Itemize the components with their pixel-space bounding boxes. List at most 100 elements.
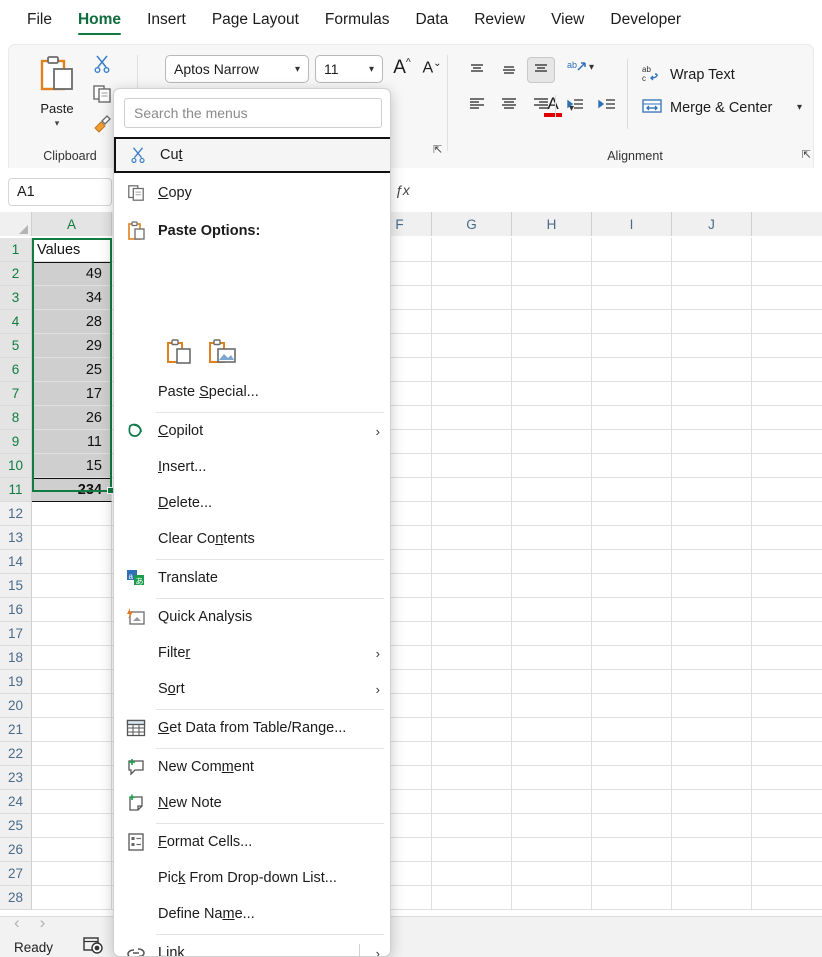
decrease-font-size-button[interactable]: A⌄ bbox=[419, 58, 445, 82]
cell-K28[interactable] bbox=[752, 886, 822, 910]
cell-A12[interactable] bbox=[32, 502, 112, 526]
cell-H2[interactable] bbox=[512, 262, 592, 286]
cell-K21[interactable] bbox=[752, 718, 822, 742]
cell-A24[interactable] bbox=[32, 790, 112, 814]
column-header-k[interactable] bbox=[752, 212, 822, 236]
cell-J11[interactable] bbox=[672, 478, 752, 502]
cell-I17[interactable] bbox=[592, 622, 672, 646]
cell-G21[interactable] bbox=[432, 718, 512, 742]
cell-A6[interactable]: 25 bbox=[32, 358, 112, 382]
column-header-h[interactable]: H bbox=[512, 212, 592, 236]
orientation-button[interactable]: ab bbox=[563, 57, 591, 83]
cell-I1[interactable] bbox=[592, 238, 672, 262]
cell-I28[interactable] bbox=[592, 886, 672, 910]
menu-item-new-comment[interactable]: New Comment bbox=[114, 749, 390, 785]
cell-A26[interactable] bbox=[32, 838, 112, 862]
cell-H18[interactable] bbox=[512, 646, 592, 670]
menu-item-link[interactable]: Link › bbox=[114, 935, 390, 956]
cell-K23[interactable] bbox=[752, 766, 822, 790]
cell-J24[interactable] bbox=[672, 790, 752, 814]
cell-K13[interactable] bbox=[752, 526, 822, 550]
row-header-16[interactable]: 16 bbox=[0, 598, 32, 622]
cell-J20[interactable] bbox=[672, 694, 752, 718]
cell-A25[interactable] bbox=[32, 814, 112, 838]
menu-item-filter[interactable]: Filter › bbox=[114, 635, 390, 671]
cell-J27[interactable] bbox=[672, 862, 752, 886]
cell-H20[interactable] bbox=[512, 694, 592, 718]
cell-J4[interactable] bbox=[672, 310, 752, 334]
cell-J28[interactable] bbox=[672, 886, 752, 910]
cell-K3[interactable] bbox=[752, 286, 822, 310]
cell-I24[interactable] bbox=[592, 790, 672, 814]
cell-J10[interactable] bbox=[672, 454, 752, 478]
increase-indent-button[interactable] bbox=[593, 93, 621, 119]
cell-K4[interactable] bbox=[752, 310, 822, 334]
row-header-23[interactable]: 23 bbox=[0, 766, 32, 790]
paste-values-icon[interactable] bbox=[166, 338, 194, 371]
cell-K8[interactable] bbox=[752, 406, 822, 430]
font-size-chevron-down-icon[interactable]: ▾ bbox=[365, 64, 378, 75]
ribbon-tab-formulas[interactable]: Formulas bbox=[312, 7, 403, 37]
menu-item-copy[interactable]: Copy bbox=[114, 175, 390, 211]
insert-function-icon[interactable]: ƒx bbox=[395, 182, 410, 198]
menu-item-paste-special[interactable]: Paste Special... bbox=[114, 374, 390, 410]
cell-G22[interactable] bbox=[432, 742, 512, 766]
cell-I16[interactable] bbox=[592, 598, 672, 622]
row-header-7[interactable]: 7 bbox=[0, 382, 32, 406]
cell-I23[interactable] bbox=[592, 766, 672, 790]
cell-I3[interactable] bbox=[592, 286, 672, 310]
column-header-g[interactable]: G bbox=[432, 212, 512, 236]
cell-K9[interactable] bbox=[752, 430, 822, 454]
cell-J18[interactable] bbox=[672, 646, 752, 670]
cell-J13[interactable] bbox=[672, 526, 752, 550]
align-bottom-button[interactable] bbox=[527, 57, 555, 83]
cell-G5[interactable] bbox=[432, 334, 512, 358]
cell-I9[interactable] bbox=[592, 430, 672, 454]
cell-J12[interactable] bbox=[672, 502, 752, 526]
menu-item-format-cells[interactable]: Format Cells... bbox=[114, 824, 390, 860]
cell-I27[interactable] bbox=[592, 862, 672, 886]
ribbon-tab-home[interactable]: Home bbox=[65, 7, 134, 37]
cell-H4[interactable] bbox=[512, 310, 592, 334]
cell-I4[interactable] bbox=[592, 310, 672, 334]
menu-item-delete[interactable]: Delete... bbox=[114, 485, 390, 521]
row-header-14[interactable]: 14 bbox=[0, 550, 32, 574]
cell-G7[interactable] bbox=[432, 382, 512, 406]
cell-I7[interactable] bbox=[592, 382, 672, 406]
format-painter-button[interactable] bbox=[89, 113, 115, 139]
align-middle-button[interactable] bbox=[495, 59, 523, 85]
cell-H16[interactable] bbox=[512, 598, 592, 622]
cell-G13[interactable] bbox=[432, 526, 512, 550]
cell-G9[interactable] bbox=[432, 430, 512, 454]
row-header-5[interactable]: 5 bbox=[0, 334, 32, 358]
cell-I13[interactable] bbox=[592, 526, 672, 550]
paste-dropdown-chevron-down-icon[interactable]: ▾ bbox=[55, 119, 60, 128]
cell-H12[interactable] bbox=[512, 502, 592, 526]
cell-K15[interactable] bbox=[752, 574, 822, 598]
cell-G11[interactable] bbox=[432, 478, 512, 502]
row-header-22[interactable]: 22 bbox=[0, 742, 32, 766]
menu-item-copilot[interactable]: Copilot › bbox=[114, 413, 390, 449]
menu-item-insert[interactable]: Insert... bbox=[114, 449, 390, 485]
cell-K16[interactable] bbox=[752, 598, 822, 622]
cell-I11[interactable] bbox=[592, 478, 672, 502]
wrap-text-button[interactable]: ab c Wrap Text bbox=[641, 63, 735, 87]
cell-A1[interactable]: Values bbox=[32, 238, 112, 262]
cell-J22[interactable] bbox=[672, 742, 752, 766]
cell-A8[interactable]: 26 bbox=[32, 406, 112, 430]
row-header-6[interactable]: 6 bbox=[0, 358, 32, 382]
cell-A22[interactable] bbox=[32, 742, 112, 766]
ribbon-tab-file[interactable]: File bbox=[14, 7, 65, 37]
cell-K25[interactable] bbox=[752, 814, 822, 838]
cell-I18[interactable] bbox=[592, 646, 672, 670]
cell-H19[interactable] bbox=[512, 670, 592, 694]
cell-A16[interactable] bbox=[32, 598, 112, 622]
menu-item-clear-contents[interactable]: Clear Contents bbox=[114, 521, 390, 557]
column-header-a[interactable]: A bbox=[32, 212, 112, 236]
cell-G27[interactable] bbox=[432, 862, 512, 886]
align-left-button[interactable] bbox=[463, 93, 491, 119]
cell-I26[interactable] bbox=[592, 838, 672, 862]
cell-A14[interactable] bbox=[32, 550, 112, 574]
cell-J3[interactable] bbox=[672, 286, 752, 310]
menu-search-input[interactable]: Search the menus bbox=[124, 98, 382, 128]
